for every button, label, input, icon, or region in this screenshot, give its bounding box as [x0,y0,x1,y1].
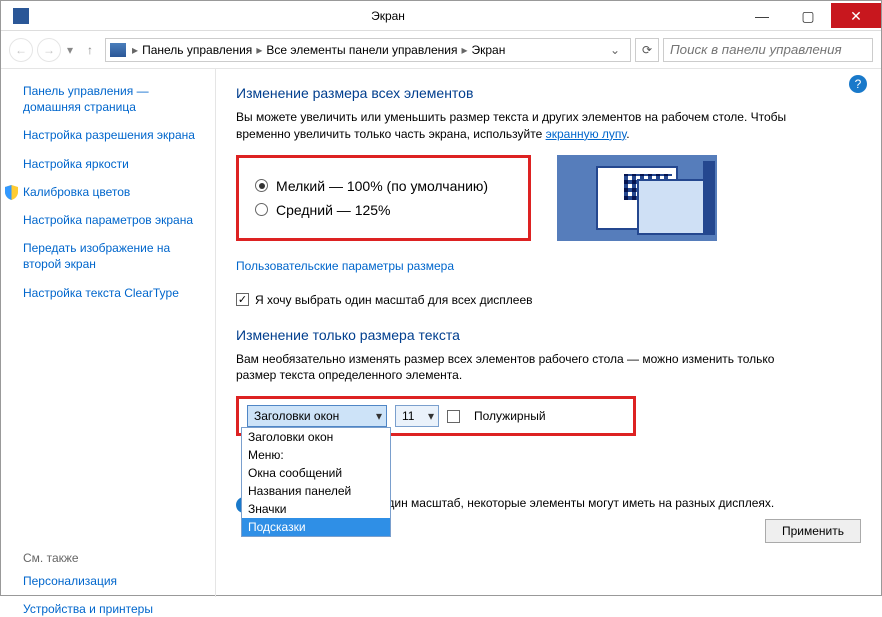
dd-item-icons[interactable]: Значки [242,500,390,518]
single-scale-row: Я хочу выбрать один масштаб для всех дис… [236,293,861,307]
bold-label: Полужирный [474,409,546,423]
bold-checkbox[interactable] [447,410,460,423]
side-display-settings[interactable]: Настройка параметров экрана [23,212,205,228]
side-resolution[interactable]: Настройка разрешения экрана [23,127,205,143]
scale-radio-group: Мелкий — 100% (по умолчанию) Средний — 1… [236,155,531,241]
magnifier-link[interactable]: экранную лупу [546,127,627,141]
custom-size-link[interactable]: Пользовательские параметры размера [236,259,454,273]
single-scale-checkbox[interactable] [236,293,249,306]
help-icon[interactable]: ? [849,75,867,93]
see-also: См. также Персонализация Устройства и пр… [23,551,205,617]
side-calibrate[interactable]: Калибровка цветов [23,184,205,200]
up-button[interactable]: ↑ [79,39,101,61]
radio-small-label: Мелкий — 100% (по умолчанию) [276,178,488,194]
sidebar: Панель управления — домашняя страница На… [1,69,216,597]
forward-button[interactable]: → [37,38,61,62]
element-select[interactable]: Заголовки окон [247,405,387,427]
app-icon [13,8,29,24]
heading-text-only: Изменение только размера текста [236,327,861,343]
size-select[interactable]: 11 [395,405,439,427]
side-cleartype[interactable]: Настройка текста ClearType [23,285,205,301]
crumb-all-items[interactable]: Все элементы панели управления [264,43,459,57]
single-scale-label: Я хочу выбрать один масштаб для всех дис… [255,293,533,307]
dd-item-msgbox[interactable]: Окна сообщений [242,464,390,482]
side-home[interactable]: Панель управления — домашняя страница [23,83,205,115]
window-title: Экран [37,9,739,23]
text-size-block: Заголовки окон 11 Полужирный Заголовки о… [236,396,636,436]
dd-item-menu[interactable]: Меню: [242,446,390,464]
minimize-button[interactable]: — [739,3,785,28]
radio-medium-label: Средний — 125% [276,202,391,218]
content: ? Изменение размера всех элементов Вы мо… [216,69,881,597]
address-bar: ← → ▾ ↑ ▸ Панель управления ▸ Все элемен… [1,31,881,69]
crumb-control-panel[interactable]: Панель управления [140,43,254,57]
text-intro: Вам необязательно изменять размер всех э… [236,351,796,385]
crumb-display[interactable]: Экран [470,43,508,57]
apply-button[interactable]: Применить [765,519,861,543]
dd-item-titles[interactable]: Заголовки окон [242,428,390,446]
dd-item-tooltips[interactable]: Подсказки [242,518,390,536]
titlebar: Экран — ▢ ✕ [1,1,881,31]
radio-small[interactable]: Мелкий — 100% (по умолчанию) [255,178,488,194]
see-also-devices[interactable]: Устройства и принтеры [23,601,205,617]
see-also-personalization[interactable]: Персонализация [23,573,205,589]
side-calibrate-label: Калибровка цветов [23,185,130,199]
radio-dot-icon [255,179,268,192]
search-input[interactable] [663,38,873,62]
element-dropdown: Заголовки окон Меню: Окна сообщений Назв… [241,427,391,537]
monitor-icon [110,43,126,57]
refresh-button[interactable]: ⟳ [635,38,659,62]
intro-text: Вы можете увеличить или уменьшить размер… [236,109,796,143]
see-also-label: См. также [23,551,205,565]
radio-dot-icon [255,203,268,216]
dd-item-panels[interactable]: Названия панелей [242,482,390,500]
side-project[interactable]: Передать изображение на второй экран [23,240,205,272]
close-button[interactable]: ✕ [831,3,881,28]
heading-resize-all: Изменение размера всех элементов [236,85,861,101]
shield-icon [5,185,18,200]
preview-image [557,155,717,241]
crumb-dropdown[interactable]: ⌄ [604,43,626,57]
back-button[interactable]: ← [9,38,33,62]
radio-medium[interactable]: Средний — 125% [255,202,488,218]
maximize-button[interactable]: ▢ [785,3,831,28]
side-brightness[interactable]: Настройка яркости [23,156,205,172]
breadcrumb[interactable]: ▸ Панель управления ▸ Все элементы панел… [105,38,631,62]
